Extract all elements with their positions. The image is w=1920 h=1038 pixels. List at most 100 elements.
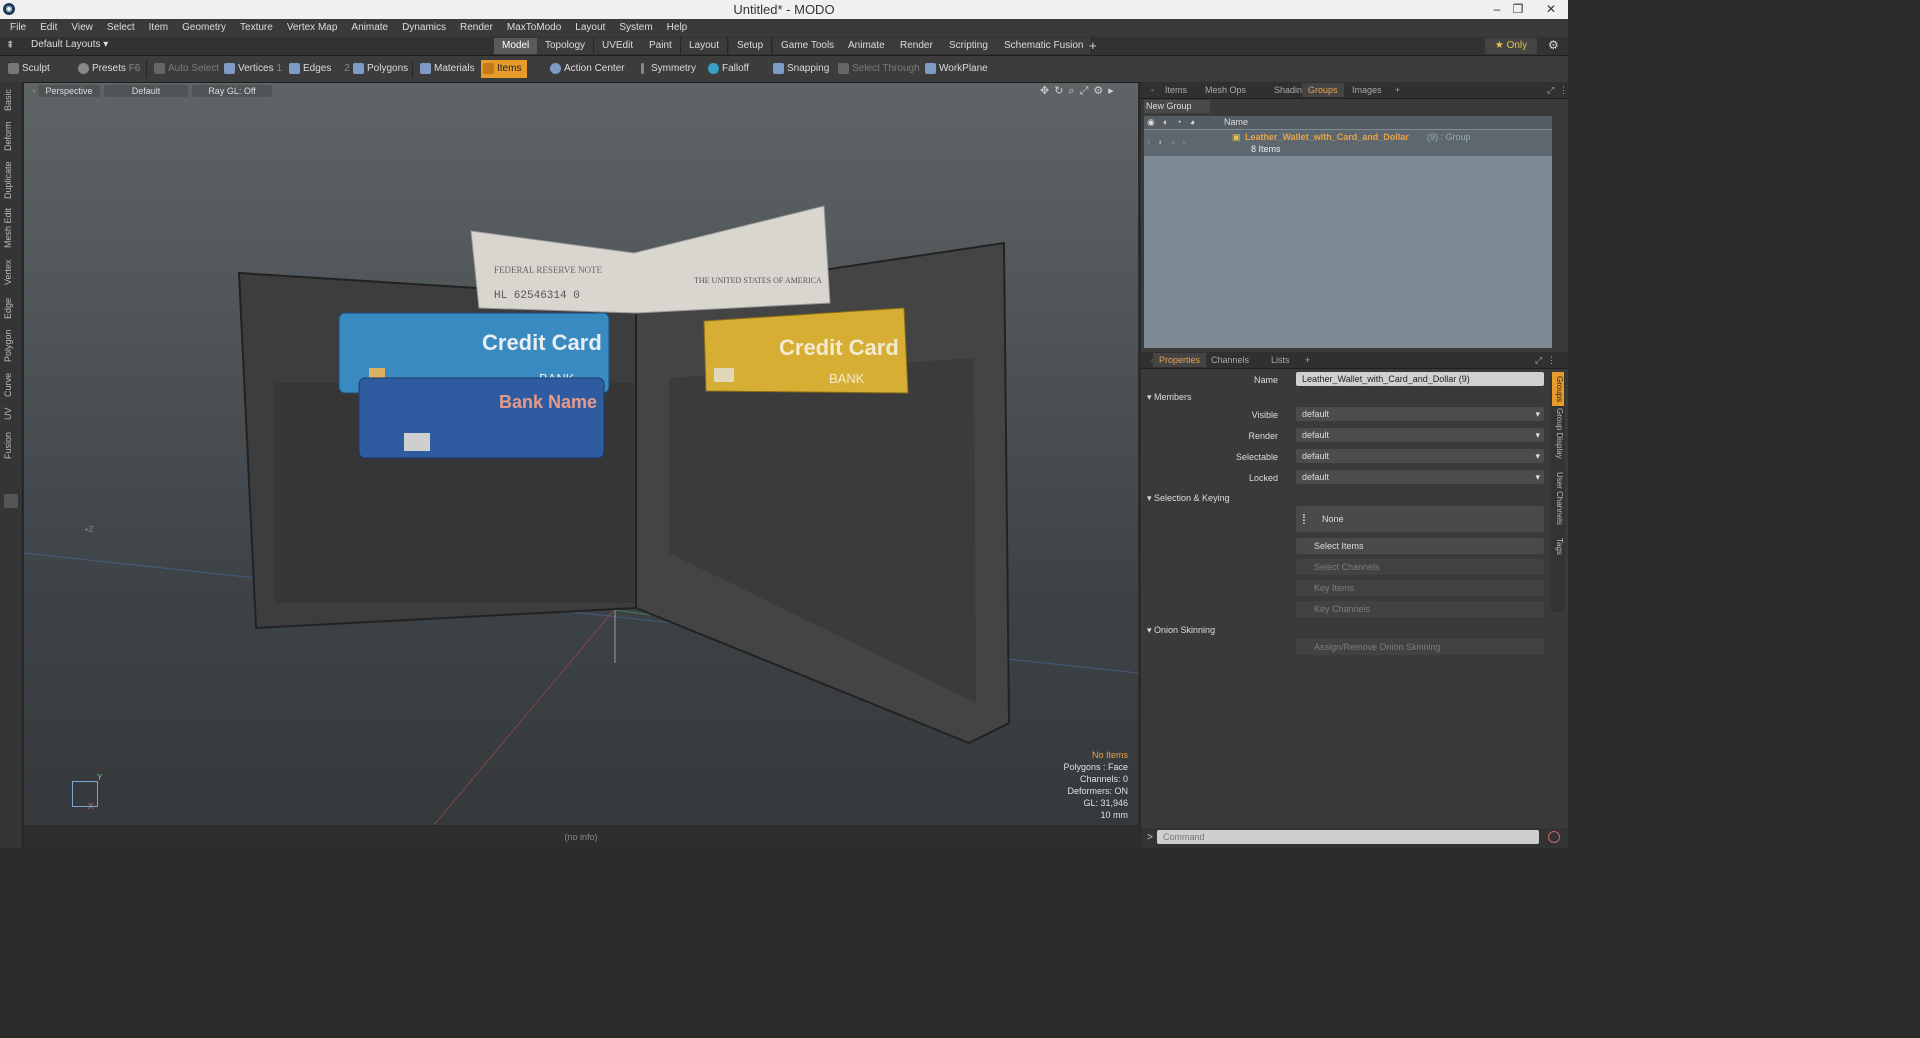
presets-button[interactable]: Presets F6 [76,60,140,78]
menu-select[interactable]: Select [100,19,142,37]
layout-pin-icon[interactable]: ⇞ [6,40,14,51]
falloff-icon [708,63,719,74]
name-column-header[interactable]: Name [1224,117,1248,127]
tab-schematic-fusion[interactable]: Schematic Fusion [996,38,1093,54]
vtab-edge[interactable]: Edge [3,294,19,322]
tab-items[interactable]: Items [1159,83,1193,97]
side-tab-user-channels[interactable]: User Channels [1552,472,1564,534]
menu-system[interactable]: System [612,19,659,37]
3d-viewport[interactable]: ◦ Perspective Default Ray GL: Off ✥↻⌕⤢⚙▸… [24,83,1138,825]
sculpt-button[interactable]: Sculpt [6,60,50,78]
symmetry-button[interactable]: Symmetry [635,60,696,78]
tab-uvedit[interactable]: UVEdit [594,38,643,54]
close-button[interactable]: ✕ [1536,1,1566,17]
onion-skinning-section[interactable]: ▾ Onion Skinning [1147,625,1215,636]
vtab-basic[interactable]: Basic [3,86,19,114]
vtab-uv[interactable]: UV [3,404,19,424]
vtab-fusion[interactable]: Fusion [3,428,19,462]
add-tab-icon[interactable]: + [1389,83,1406,97]
tab-model[interactable]: Model [494,38,539,54]
new-group-button[interactable]: New Group [1144,100,1210,113]
gear-icon[interactable]: ⚙ [1548,38,1559,52]
materials-button[interactable]: Materials [418,60,475,78]
minimize-button[interactable]: – [1486,1,1508,17]
vertices-button[interactable]: Vertices 1 [222,60,282,78]
menu-texture[interactable]: Texture [233,19,280,37]
add-layout-icon[interactable]: + [1089,38,1097,53]
selectable-dropdown[interactable]: default ▾ [1296,449,1544,463]
tab-images[interactable]: Images [1346,83,1388,97]
menu-file[interactable]: File [0,19,33,37]
items-button[interactable]: Items [481,60,528,78]
polygons-button[interactable]: Polygons [351,60,408,78]
side-tab-group-display[interactable]: Group Display [1552,408,1564,468]
tab-animate[interactable]: Animate [840,38,894,54]
visible-dropdown[interactable]: default ▾ [1296,407,1544,421]
vtab-deform[interactable]: Deform [3,118,19,154]
render-dropdown[interactable]: default ▾ [1296,428,1544,442]
tab-channels[interactable]: Channels [1205,353,1255,367]
select-through-button[interactable]: Select Through [836,60,920,78]
vtab-curve[interactable]: Curve [3,370,19,400]
tab-render[interactable]: Render [892,38,942,54]
record-icon[interactable] [1548,831,1560,843]
tab-setup[interactable]: Setup [729,38,773,54]
menu-edit[interactable]: Edit [33,19,64,37]
x-axis-line [433,609,615,825]
menu-view[interactable]: View [64,19,100,37]
add-tab-icon[interactable]: + [1299,353,1316,367]
tab-mesh-ops[interactable]: Mesh Ops [1199,83,1252,97]
edges-button[interactable]: Edges 2 [287,60,350,78]
panel-options-icon[interactable]: ⋮ [1541,353,1562,367]
action-center-button[interactable]: Action Center [548,60,625,78]
panel-options-icon[interactable]: ⋮ [1553,83,1574,97]
side-tab-groups[interactable]: Groups [1552,372,1564,406]
selection-keying-section[interactable]: ▾ Selection & Keying [1147,493,1230,504]
menu-render[interactable]: Render [453,19,500,37]
tab-groups[interactable]: Groups [1302,83,1344,97]
key-channels-button[interactable]: Key Channels [1296,601,1544,617]
menu-maxtomodo[interactable]: MaxToModo [500,19,568,37]
members-section[interactable]: ▾ Members [1147,392,1192,403]
dots-icon: ⁞ [1302,511,1306,527]
menu-dynamics[interactable]: Dynamics [395,19,453,37]
vtab-vertex[interactable]: Vertex [3,254,19,290]
menu-layout[interactable]: Layout [568,19,612,37]
tab-scripting[interactable]: Scripting [941,38,997,54]
layout-selector[interactable]: Default Layouts ▾ [31,39,108,50]
vtab-polygon[interactable]: Polygon [3,326,19,366]
row-visibility-icons[interactable]: ◦◐▫▫ [1147,137,1194,147]
panel-menu-icon[interactable]: ◦ [1145,83,1160,97]
restore-button[interactable]: ❐ [1507,1,1529,17]
key-items-button[interactable]: Key Items [1296,580,1544,596]
workplane-button[interactable]: WorkPlane [923,60,988,78]
tab-properties[interactable]: Properties [1153,353,1207,367]
menu-vertex-map[interactable]: Vertex Map [280,19,345,37]
select-mode-none[interactable]: ⁞ None [1296,506,1544,532]
vtab-duplicate[interactable]: Duplicate [3,158,19,202]
name-field[interactable]: Leather_Wallet_with_Card_and_Dollar (9) [1296,372,1544,386]
menu-help[interactable]: Help [660,19,695,37]
tab-game-tools[interactable]: Game Tools [773,38,844,54]
assign-onion-skinning-button[interactable]: Assign/Remove Onion Skinning [1296,639,1544,655]
menu-animate[interactable]: Animate [344,19,395,37]
visible-value: default [1302,409,1330,419]
command-input[interactable] [1157,830,1539,844]
vtab-mesh-edit[interactable]: Mesh Edit [3,206,19,250]
tab-layout[interactable]: Layout [681,38,729,54]
auto-select-button[interactable]: Auto Select [152,60,219,78]
tool-options-icon[interactable] [4,494,18,508]
tab-paint[interactable]: Paint [641,38,681,54]
tab-topology[interactable]: Topology [537,38,595,54]
tab-lists[interactable]: Lists [1265,353,1296,367]
group-row[interactable]: ◦◐▫▫ ▣ Leather_Wallet_with_Card_and_Doll… [1144,130,1552,156]
snapping-button[interactable]: Snapping [771,60,829,78]
only-button[interactable]: ★ Only [1485,38,1537,54]
falloff-button[interactable]: Falloff [706,60,749,78]
side-tab-tags[interactable]: Tags [1552,538,1564,562]
select-channels-button[interactable]: Select Channels [1296,559,1544,575]
locked-dropdown[interactable]: default ▾ [1296,470,1544,484]
menu-geometry[interactable]: Geometry [175,19,233,37]
menu-item[interactable]: Item [142,19,175,37]
select-items-button[interactable]: Select Items [1296,538,1544,554]
